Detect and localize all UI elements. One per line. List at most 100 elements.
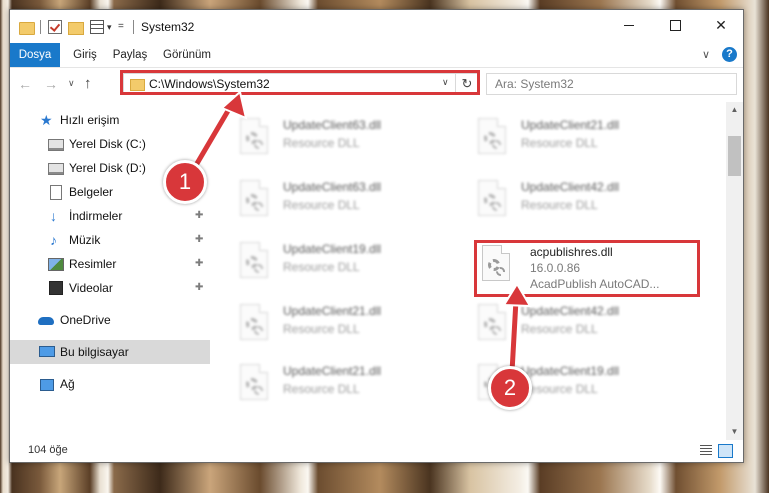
vertical-scrollbar[interactable]: ▲ ▼ (726, 102, 743, 440)
customize-toolbar-icon[interactable]: = (118, 21, 124, 32)
tab-home[interactable]: Giriş (65, 43, 105, 67)
pin-icon: ✚ (195, 258, 204, 269)
back-button[interactable]: ← (18, 76, 32, 92)
file-type: Resource DLL (521, 136, 598, 150)
scroll-thumb[interactable] (728, 136, 741, 176)
file-list: UpdateClient63.dll Resource DLL UpdateCl… (212, 102, 726, 440)
chevron-down-icon[interactable]: ▾ (107, 22, 112, 33)
status-bar: 104 öğe (10, 440, 743, 462)
sidebar-item-label: Bu bilgisayar (60, 345, 129, 359)
dll-file-icon (478, 180, 510, 220)
item-count: 104 öğe (28, 444, 68, 456)
pin-icon: ✚ (195, 210, 204, 221)
music-icon: ♪ (50, 232, 57, 248)
scroll-down-button[interactable]: ▼ (726, 424, 743, 440)
sidebar-item-label: OneDrive (60, 313, 111, 327)
navigation-bar: ← → ∨ ↑ C:\Windows\System32 ∨ ↻ Ara: Sys… (10, 68, 743, 100)
expand-ribbon-icon[interactable]: ∨ (702, 48, 710, 61)
details-view-icon[interactable] (700, 445, 712, 456)
file-highlight-box (474, 240, 700, 297)
sidebar-item-label: Yerel Disk (C:) (69, 137, 146, 151)
scroll-up-button[interactable]: ▲ (726, 102, 743, 118)
file-name: UpdateClient42.dll (521, 304, 620, 318)
file-item[interactable]: UpdateClient42.dll Resource DLL (478, 302, 706, 356)
tab-file[interactable]: Dosya (10, 43, 60, 67)
step-badge-1: 1 (163, 160, 207, 204)
sidebar-item-local-disk-c[interactable]: Yerel Disk (C:) (10, 132, 210, 156)
navigation-pane: ★ Hızlı erişim Yerel Disk (C:) Yerel Dis… (10, 102, 210, 446)
sidebar-item-label: Resimler (69, 257, 117, 271)
pin-icon: ✚ (195, 282, 204, 293)
sidebar-item-onedrive[interactable]: OneDrive (10, 308, 210, 332)
recent-locations-button[interactable]: ∨ (68, 78, 75, 89)
minimize-button[interactable] (606, 10, 652, 40)
file-type: Resource DLL (283, 382, 360, 396)
search-placeholder: Ara: System32 (495, 77, 574, 91)
file-type: Resource DLL (283, 198, 360, 212)
address-highlight-box (120, 70, 480, 95)
ribbon-tabs: Dosya Giriş Paylaş Görünüm ∨ ? (10, 43, 743, 68)
properties-check-icon[interactable] (48, 20, 62, 34)
file-name: UpdateClient63.dll (283, 180, 382, 194)
dll-file-icon (240, 364, 272, 404)
sidebar-item-label: Yerel Disk (D:) (69, 161, 146, 175)
pin-icon: ✚ (195, 234, 204, 245)
dll-file-icon (240, 118, 272, 158)
network-icon (40, 379, 54, 391)
sidebar-item-this-pc[interactable]: Bu bilgisayar (10, 340, 210, 364)
file-name: UpdateClient21.dll (521, 118, 620, 132)
file-type: Resource DLL (521, 382, 598, 396)
file-item[interactable]: UpdateClient19.dll Resource DLL (240, 240, 468, 294)
tab-share[interactable]: Paylaş (108, 43, 152, 67)
computer-icon (39, 346, 55, 357)
sidebar-item-network[interactable]: Ağ (10, 372, 210, 396)
dll-file-icon (240, 242, 272, 282)
file-name: UpdateClient21.dll (283, 364, 382, 378)
sidebar-item-pictures[interactable]: Resimler ✚ (10, 252, 210, 276)
close-button[interactable]: ✕ (698, 10, 744, 40)
file-name: UpdateClient19.dll (521, 364, 620, 378)
documents-icon (50, 185, 62, 200)
new-folder-icon[interactable] (68, 22, 84, 35)
up-button[interactable]: ↑ (84, 75, 92, 92)
disk-icon (48, 163, 64, 175)
help-icon[interactable]: ? (722, 47, 737, 62)
file-name: UpdateClient42.dll (521, 180, 620, 194)
sidebar-item-videos[interactable]: Videolar ✚ (10, 276, 210, 300)
dll-file-icon (240, 180, 272, 220)
disk-icon (48, 139, 64, 151)
tab-view[interactable]: Görünüm (158, 43, 216, 67)
dll-file-icon (240, 304, 272, 344)
toolbar-divider (133, 20, 134, 34)
step-badge-2: 2 (488, 366, 532, 410)
file-type: Resource DLL (283, 322, 360, 336)
large-icons-view-icon[interactable] (718, 444, 733, 458)
file-name: UpdateClient63.dll (283, 118, 382, 132)
file-item[interactable]: UpdateClient21.dll Resource DLL (478, 116, 706, 170)
file-item[interactable]: UpdateClient21.dll Resource DLL (240, 362, 468, 416)
star-icon: ★ (40, 112, 53, 128)
file-type: Resource DLL (283, 260, 360, 274)
file-type: Resource DLL (521, 198, 598, 212)
sidebar-item-music[interactable]: ♪ Müzik ✚ (10, 228, 210, 252)
file-item[interactable]: UpdateClient42.dll Resource DLL (478, 178, 706, 232)
sidebar-item-quick-access[interactable]: ★ Hızlı erişim (10, 108, 210, 132)
pictures-icon (48, 258, 64, 271)
rename-icon[interactable] (90, 20, 104, 34)
file-type: Resource DLL (521, 322, 598, 336)
file-item[interactable]: UpdateClient63.dll Resource DLL (240, 178, 468, 232)
download-icon: ↓ (50, 208, 57, 224)
search-input[interactable]: Ara: System32 (486, 73, 737, 95)
forward-button[interactable]: → (44, 76, 58, 92)
sidebar-item-downloads[interactable]: ↓ İndirmeler ✚ (10, 204, 210, 228)
file-item[interactable]: UpdateClient21.dll Resource DLL (240, 302, 468, 356)
sidebar-item-label: Belgeler (69, 185, 114, 199)
file-explorer-window: ▾ = System32 ✕ Dosya Giriş Paylaş Görünü… (9, 9, 744, 463)
file-type: Resource DLL (283, 136, 360, 150)
maximize-button[interactable] (652, 10, 698, 40)
file-item[interactable]: UpdateClient63.dll Resource DLL (240, 116, 468, 170)
sidebar-item-label: Ağ (60, 377, 75, 391)
sidebar-item-label: İndirmeler (69, 209, 123, 223)
folder-icon (19, 22, 35, 35)
sidebar-item-label: Videolar (69, 281, 113, 295)
